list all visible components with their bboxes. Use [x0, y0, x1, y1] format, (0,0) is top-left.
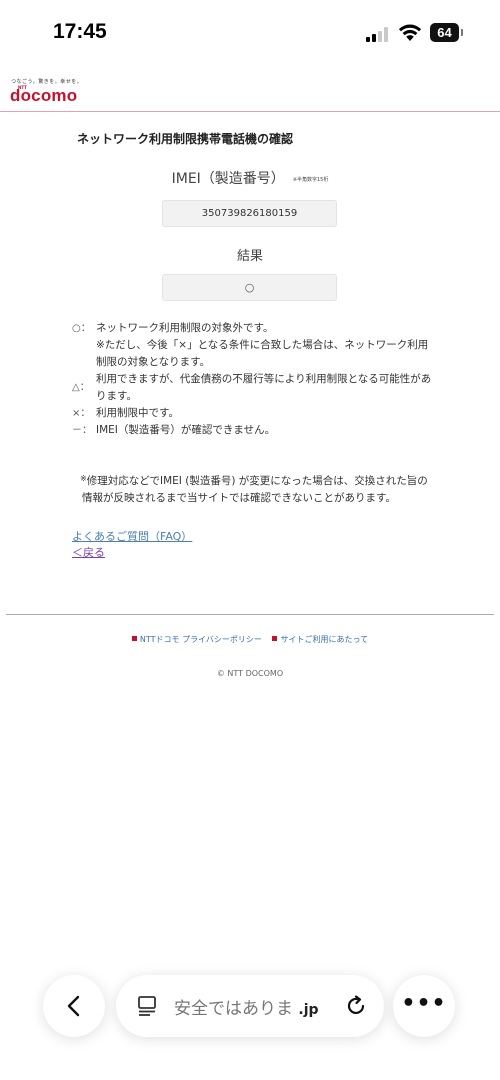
chevron-left-icon — [67, 995, 80, 1017]
faq-link[interactable]: よくあるご質問（FAQ） — [72, 528, 192, 544]
address-bar[interactable]: 安全ではありま .jp — [116, 975, 384, 1037]
imei-note: ※半角数字15桁 — [292, 177, 329, 183]
copyright: © NTT DOCOMO — [216, 669, 284, 678]
legend-item-ok: ○： ネットワーク利用制限の対象外です。 ※ただし、今後「×」となる条件に合致し… — [72, 320, 432, 371]
wifi-icon — [397, 22, 423, 42]
legend-item-caution: △： 利用できますが、代金債務の不履行等により利用制限となる可能性があります。 — [72, 371, 432, 405]
page-format-icon[interactable] — [136, 995, 158, 1017]
legend-symbol: ○： — [72, 323, 91, 334]
legend-symbol: △： — [72, 382, 90, 393]
legend-symbol: ×： — [72, 408, 91, 419]
legend-symbol: －： — [72, 425, 92, 436]
browser-back-button[interactable] — [43, 975, 105, 1037]
result-label: 結果 — [236, 249, 263, 264]
more-icon: ••• — [401, 991, 447, 1016]
square-bullet-icon — [131, 636, 137, 641]
cellular-signal-icon — [366, 26, 390, 42]
battery-icon: 64 — [430, 23, 463, 42]
imei-change-note: ※修理対応などでIMEI (製造番号) が変更になった場合は、交換された旨の情報… — [72, 470, 432, 507]
site-terms-link[interactable]: サイトご利用にあたって — [272, 634, 368, 645]
legend-text: 利用制限中です。 — [96, 407, 179, 419]
header-tagline: つなごう。驚きを。幸せを。 — [11, 79, 83, 85]
imei-label-row: IMEI（製造番号） ※半角数字15桁 — [0, 168, 500, 188]
footer-divider — [6, 614, 494, 615]
battery-level: 64 — [430, 23, 459, 42]
page-title: ネットワーク利用制限携帯電話機の確認 — [77, 132, 294, 146]
legend-text: 利用できますが、代金債務の不履行等により利用制限となる可能性があります。 — [96, 373, 432, 402]
imei-field: 350739826180159 — [162, 200, 337, 227]
browser-more-button[interactable]: ••• — [393, 975, 455, 1037]
reload-icon[interactable] — [344, 994, 368, 1018]
legend-text: IMEI（製造番号）が確認できません。 — [96, 424, 276, 436]
result-field: ○ — [162, 274, 337, 301]
note-mark: ※ — [80, 474, 87, 483]
address-text[interactable]: 安全ではありま .jp — [174, 994, 334, 1019]
note-text: 修理対応などでIMEI (製造番号) が変更になった場合は、交換された旨の情報が… — [82, 475, 428, 504]
square-bullet-icon — [272, 636, 278, 641]
status-time: 17:45 — [53, 20, 107, 43]
page: 17:45 64 つなごう。驚きを。幸せを。 NTT docomo ネットワーク… — [0, 0, 500, 1080]
legend-subnote: ※ただし、今後「×」となる条件に合致した場合は、ネットワーク利用制限の対象となり… — [96, 339, 429, 368]
docomo-logo[interactable]: docomo — [10, 86, 77, 106]
legend-text: ネットワーク利用制限の対象外です。 — [96, 322, 274, 334]
legend: ○： ネットワーク利用制限の対象外です。 ※ただし、今後「×」となる条件に合致し… — [72, 320, 432, 439]
site-header: つなごう。驚きを。幸せを。 NTT docomo — [0, 72, 500, 112]
status-bar: 17:45 64 — [0, 0, 500, 66]
privacy-policy-link[interactable]: NTTドコモ プライバシーポリシー — [131, 634, 262, 645]
legend-item-restricted: ×： 利用制限中です。 — [72, 405, 432, 422]
imei-label: IMEI（製造番号） — [171, 171, 285, 187]
legend-item-unknown: －： IMEI（製造番号）が確認できません。 — [72, 422, 432, 439]
back-link[interactable]: ＜戻る — [72, 544, 105, 560]
footer-links: NTTドコモ プライバシーポリシー サイトご利用にあたって — [0, 634, 500, 645]
